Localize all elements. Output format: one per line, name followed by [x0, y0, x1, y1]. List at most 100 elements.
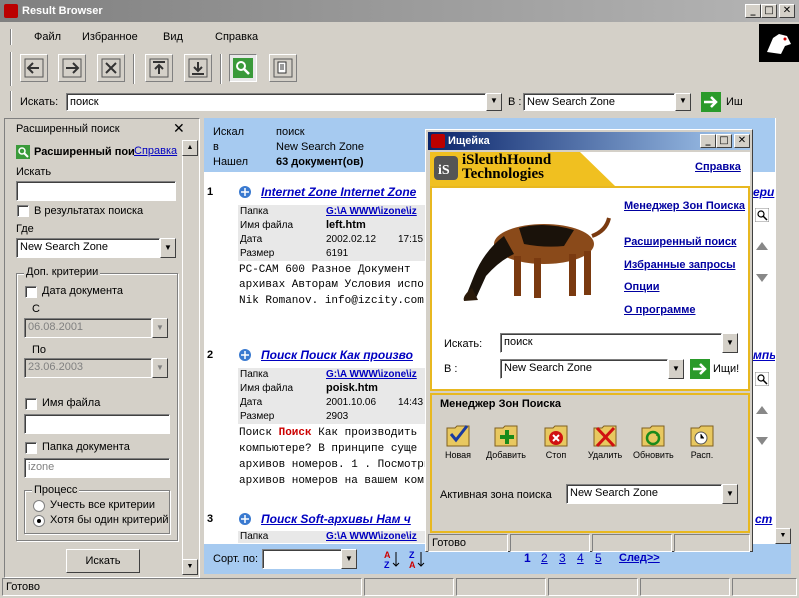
result-time: 17:15 [398, 234, 424, 245]
sort-az-icon[interactable]: AZ [383, 549, 401, 569]
page-link[interactable]: 5 [595, 551, 602, 565]
sidebar-scroll-down[interactable]: ▼ [182, 559, 198, 575]
dialog-close-button[interactable]: ✕ [734, 134, 750, 148]
doc-date-checkbox[interactable] [25, 286, 37, 298]
zone-dropdown-button[interactable]: ▼ [675, 93, 691, 111]
dialog-search-input[interactable]: поиск [500, 333, 722, 353]
page-link[interactable]: 4 [577, 551, 584, 565]
meta-key: Папка [240, 369, 269, 380]
result-number: 1 [207, 186, 214, 198]
dialog-link-zone-manager[interactable]: Менеджер Зон Поиска [624, 200, 745, 212]
in-results-checkbox[interactable] [17, 205, 29, 217]
meta-key: Папка [240, 531, 269, 542]
go-button[interactable] [701, 92, 721, 112]
menu-file[interactable]: Файл [34, 31, 61, 43]
active-zone-select[interactable]: New Search Zone [566, 484, 722, 504]
page-link[interactable]: 2 [541, 551, 548, 565]
dialog-link-options[interactable]: Опции [624, 281, 660, 293]
svg-text:A: A [409, 560, 416, 569]
all-criteria-radio[interactable] [33, 500, 45, 512]
result-folder-link[interactable]: G:\A WWW\izone\iz [326, 206, 417, 217]
close-button[interactable]: ✕ [779, 4, 795, 18]
magnifier-icon[interactable] [755, 208, 769, 222]
document-button[interactable] [269, 54, 297, 82]
sort-za-icon[interactable]: ZA [408, 549, 426, 569]
magnifier-icon[interactable] [755, 372, 769, 386]
any-criteria-radio[interactable] [33, 515, 45, 527]
go-label[interactable]: Иш [726, 96, 743, 108]
result-title-link[interactable]: Internet Zone Internet Zone [261, 185, 416, 199]
menu-view[interactable]: Вид [163, 31, 183, 43]
zone-schedule-button[interactable]: Расп. [682, 420, 722, 460]
dialog-zone-dropdown[interactable]: ▼ [668, 359, 684, 379]
result-folder-link[interactable]: G:\A WWW\izone\iz [326, 531, 417, 542]
dialog-search-label: Искать: [444, 338, 483, 350]
filename-checkbox[interactable] [25, 398, 37, 410]
dialog-go-button[interactable] [690, 359, 710, 379]
result-title-link[interactable]: Поиск Поиск Как произво [261, 348, 413, 362]
from-date-dropdown[interactable]: ▼ [152, 318, 168, 338]
to-date-dropdown[interactable]: ▼ [152, 358, 168, 378]
maximize-button[interactable]: □ [761, 4, 777, 18]
search-dropdown-button[interactable]: ▼ [486, 93, 502, 111]
menu-favorites[interactable]: Избранное [82, 31, 138, 43]
filename-input[interactable] [24, 414, 170, 434]
active-zone-dropdown[interactable]: ▼ [722, 484, 738, 504]
dialog-link-advanced-search[interactable]: Расширенный поиск [624, 236, 736, 248]
document-icon [273, 58, 293, 78]
zone-refresh-button[interactable]: Обновить [633, 420, 674, 460]
arrow-down-icon[interactable] [755, 272, 769, 284]
dialog-go-label[interactable]: Ищи! [713, 363, 739, 375]
dialog-minimize-button[interactable]: _ [700, 134, 716, 148]
sidebar-help-link[interactable]: Справка [134, 145, 177, 157]
sidebar-scrollbar[interactable] [182, 140, 198, 575]
up-button[interactable] [145, 54, 173, 82]
sidebar-search-button[interactable]: Искать [66, 549, 140, 573]
result-snippet: архивов номеров. 1 . Посмотри [239, 459, 431, 471]
where-dropdown-button[interactable]: ▼ [160, 238, 176, 258]
dialog-search-dropdown[interactable]: ▼ [722, 333, 738, 353]
result-number: 3 [207, 513, 214, 525]
result-title-link[interactable]: Поиск Soft-архивы Нам ч [261, 512, 411, 526]
meta-key: Дата [240, 397, 263, 408]
dialog-maximize-button[interactable]: □ [716, 134, 732, 148]
search-tool-button[interactable] [229, 54, 257, 82]
dialog-zone-select[interactable]: New Search Zone [500, 359, 668, 379]
zone-select[interactable]: New Search Zone [523, 93, 675, 111]
results-scrollbar[interactable] [775, 118, 791, 544]
stop-button[interactable] [97, 54, 125, 82]
arrow-up-icon[interactable] [755, 405, 769, 417]
sort-dropdown-button[interactable]: ▼ [341, 549, 357, 569]
arrow-up-icon[interactable] [755, 241, 769, 253]
forward-button[interactable] [58, 54, 86, 82]
arrow-down-icon[interactable] [755, 435, 769, 447]
down-button[interactable] [184, 54, 212, 82]
minimize-button[interactable]: _ [745, 4, 761, 18]
dialog-link-favorites[interactable]: Избранные запросы [624, 259, 735, 271]
menu-help[interactable]: Справка [215, 31, 258, 43]
results-scroll-down[interactable]: ▼ [775, 528, 791, 544]
from-date-input[interactable]: 06.08.2001 [24, 318, 152, 338]
where-select[interactable]: New Search Zone [16, 238, 160, 258]
sort-select[interactable] [262, 549, 342, 569]
folder-checkbox[interactable] [25, 442, 37, 454]
zone-add-button[interactable]: Добавить [486, 420, 526, 460]
sidebar-scroll-up[interactable]: ▲ [182, 140, 198, 156]
search-input[interactable]: поиск [66, 93, 486, 111]
dialog-help-link[interactable]: Справка [695, 161, 741, 173]
next-page-link[interactable]: След>> [619, 552, 660, 564]
to-date-input[interactable]: 23.06.2003 [24, 358, 152, 378]
zone-manager-title: Менеджер Зон Поиска [440, 398, 562, 410]
result-folder-link[interactable]: G:\A WWW\izone\iz [326, 369, 417, 380]
zone-delete-button[interactable]: Удалить [585, 420, 625, 460]
page-current[interactable]: 1 [524, 551, 531, 565]
sidebar-close-button[interactable]: ✕ [173, 120, 185, 137]
zone-new-button[interactable]: Новая [438, 420, 478, 460]
folder-input[interactable]: izone [24, 458, 170, 478]
hound-logo-icon [767, 34, 791, 54]
dialog-link-about[interactable]: О программе [624, 304, 696, 316]
zone-stop-button[interactable]: Стоп [536, 420, 576, 460]
sidebar-search-input[interactable] [16, 181, 176, 201]
back-button[interactable] [20, 54, 48, 82]
page-link[interactable]: 3 [559, 551, 566, 565]
